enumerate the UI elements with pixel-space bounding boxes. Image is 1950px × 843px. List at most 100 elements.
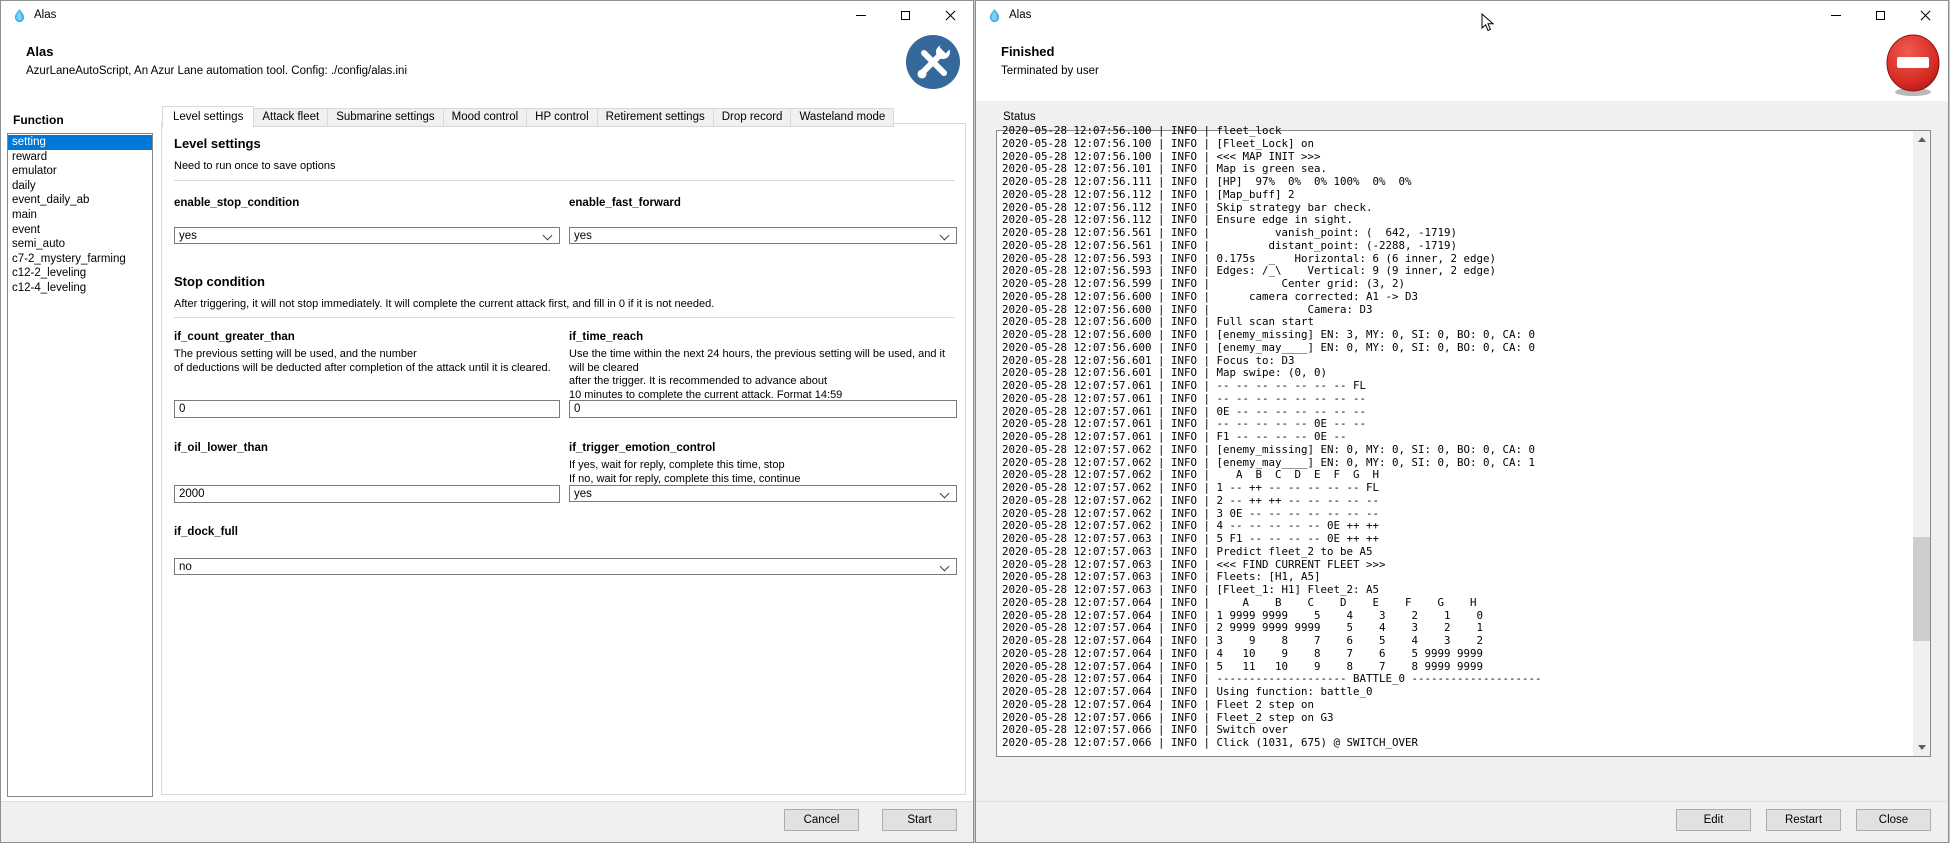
tab-submarine-settings[interactable]: Submarine settings bbox=[328, 108, 443, 127]
select-if-dock-full[interactable]: no bbox=[174, 558, 957, 575]
cancel-button[interactable]: Cancel bbox=[784, 809, 859, 831]
sidebar-item-event[interactable]: event bbox=[8, 223, 152, 238]
select-value: no bbox=[179, 561, 192, 573]
close-icon bbox=[1920, 10, 1931, 21]
log-line: 2020-05-28 12:07:56.111 | INFO | [HP] 97… bbox=[1002, 176, 1911, 189]
tab-mood-control[interactable]: Mood control bbox=[444, 108, 527, 127]
log-line: 2020-05-28 12:07:56.599 | INFO | Center … bbox=[1002, 278, 1911, 291]
log-line: 2020-05-28 12:07:57.062 | INFO | 2 -- ++… bbox=[1002, 495, 1911, 508]
label-if-count-greater-than: if_count_greater_than bbox=[174, 331, 295, 343]
chevron-down-icon bbox=[543, 231, 553, 241]
edit-button[interactable]: Edit bbox=[1676, 809, 1751, 831]
arrow-up-icon bbox=[1918, 137, 1926, 142]
sidebar-item-semi_auto[interactable]: semi_auto bbox=[8, 237, 152, 252]
close-button[interactable] bbox=[928, 1, 973, 30]
log-line: 2020-05-28 12:07:56.100 | INFO | fleet_l… bbox=[1002, 125, 1911, 138]
log-line: 2020-05-28 12:07:57.063 | INFO | [Fleet_… bbox=[1002, 584, 1911, 597]
finished-title: Finished bbox=[1001, 44, 1054, 59]
log-line: 2020-05-28 12:07:56.561 | INFO | distant… bbox=[1002, 240, 1911, 253]
input-if-count-greater-than[interactable] bbox=[174, 400, 560, 418]
sidebar-item-c12-4_leveling[interactable]: c12-4_leveling bbox=[8, 281, 152, 296]
status-header: Finished Terminated by user bbox=[976, 30, 1948, 101]
scrollbar-thumb[interactable] bbox=[1913, 537, 1930, 641]
input-if-oil-lower-than[interactable] bbox=[174, 485, 560, 503]
minimize-button[interactable] bbox=[1813, 1, 1858, 30]
close-button[interactable] bbox=[1903, 1, 1948, 30]
titlebar: Alas bbox=[976, 1, 1948, 30]
scroll-up-button[interactable] bbox=[1913, 131, 1930, 148]
sidebar-item-setting[interactable]: setting bbox=[8, 135, 152, 150]
log-line: 2020-05-28 12:07:57.062 | INFO | 1 -- ++… bbox=[1002, 482, 1911, 495]
select-if-trigger-emotion-control[interactable]: yes bbox=[569, 485, 957, 502]
section-title-level-settings: Level settings bbox=[174, 136, 261, 151]
maximize-button[interactable] bbox=[1858, 1, 1903, 30]
divider bbox=[174, 317, 955, 318]
divider bbox=[174, 180, 955, 181]
label-if-trigger-emotion-control: if_trigger_emotion_control bbox=[569, 442, 715, 454]
log-line: 2020-05-28 12:07:57.066 | INFO | Click (… bbox=[1002, 737, 1911, 750]
scroll-down-button[interactable] bbox=[1913, 739, 1930, 756]
tab-retirement-settings[interactable]: Retirement settings bbox=[598, 108, 714, 127]
log-line: 2020-05-28 12:07:56.561 | INFO | vanish_… bbox=[1002, 227, 1911, 240]
log-line: 2020-05-28 12:07:56.600 | INFO | [enemy_… bbox=[1002, 342, 1911, 355]
log-line: 2020-05-28 12:07:57.064 | INFO | 4 10 9 … bbox=[1002, 648, 1911, 661]
minimize-icon bbox=[856, 15, 866, 16]
sidebar-item-main[interactable]: main bbox=[8, 208, 152, 223]
app-icon bbox=[987, 8, 1002, 23]
label-if-dock-full: if_dock_full bbox=[174, 526, 238, 538]
function-list: settingrewardemulatordailyevent_daily_ab… bbox=[7, 133, 153, 797]
select-enable-stop-condition[interactable]: yes bbox=[174, 227, 560, 244]
section-title-stop-condition: Stop condition bbox=[174, 274, 265, 289]
status-label: Status bbox=[1003, 111, 1036, 123]
log-scrollbar[interactable] bbox=[1913, 131, 1930, 756]
arrow-down-icon bbox=[1918, 745, 1926, 750]
close-icon bbox=[945, 10, 956, 21]
maximize-icon bbox=[1876, 11, 1885, 20]
tab-attack-fleet[interactable]: Attack fleet bbox=[254, 108, 328, 127]
log-line: 2020-05-28 12:07:57.064 | INFO | A B C D… bbox=[1002, 597, 1911, 610]
tab-hp-control[interactable]: HP control bbox=[527, 108, 597, 127]
stop-icon bbox=[1884, 34, 1942, 98]
window-title: Alas bbox=[1009, 9, 1031, 21]
config-title: Alas bbox=[26, 44, 53, 59]
log-line: 2020-05-28 12:07:57.064 | INFO | Using f… bbox=[1002, 686, 1911, 699]
log-line: 2020-05-28 12:07:56.600 | INFO | [enemy_… bbox=[1002, 329, 1911, 342]
minimize-button[interactable] bbox=[838, 1, 883, 30]
log-line: 2020-05-28 12:07:57.061 | INFO | -- -- -… bbox=[1002, 393, 1911, 406]
input-if-time-reach[interactable] bbox=[569, 400, 957, 418]
maximize-icon bbox=[901, 11, 910, 20]
log-line: 2020-05-28 12:07:57.064 | INFO | 3 9 8 7… bbox=[1002, 635, 1911, 648]
function-label: Function bbox=[13, 113, 64, 127]
config-subtitle: AzurLaneAutoScript, An Azur Lane automat… bbox=[26, 65, 407, 77]
label-enable-stop-condition: enable_stop_condition bbox=[174, 197, 299, 209]
section-desc-level-settings: Need to run once to save options bbox=[174, 160, 335, 174]
sidebar-item-c12-2_leveling[interactable]: c12-2_leveling bbox=[8, 266, 152, 281]
alas-status-window: Alas Finished Terminated by user bbox=[975, 0, 1949, 843]
log-line: 2020-05-28 12:07:57.061 | INFO | F1 -- -… bbox=[1002, 431, 1911, 444]
restart-button[interactable]: Restart bbox=[1766, 809, 1841, 831]
alas-config-window: Alas Alas AzurLaneAutoScript, An Azur La… bbox=[0, 0, 974, 843]
chevron-down-icon bbox=[940, 231, 950, 241]
maximize-button[interactable] bbox=[883, 1, 928, 30]
sidebar-item-event_daily_ab[interactable]: event_daily_ab bbox=[8, 193, 152, 208]
log-line: 2020-05-28 12:07:57.064 | INFO | Fleet 2… bbox=[1002, 699, 1911, 712]
start-button[interactable]: Start bbox=[882, 809, 957, 831]
log-box: 2020-05-28 12:07:56.100 | INFO | fleet_l… bbox=[996, 130, 1931, 757]
desktop: Alas Alas AzurLaneAutoScript, An Azur La… bbox=[0, 0, 1950, 843]
section-desc-stop-condition: After triggering, it will not stop immed… bbox=[174, 298, 954, 312]
sidebar-item-c7-2_mystery_farming[interactable]: c7-2_mystery_farming bbox=[8, 252, 152, 267]
tab-drop-record[interactable]: Drop record bbox=[714, 108, 792, 127]
chevron-down-icon bbox=[940, 489, 950, 499]
config-footer: Cancel Start bbox=[1, 801, 973, 842]
log-line: 2020-05-28 12:07:57.061 | INFO | -- -- -… bbox=[1002, 380, 1911, 393]
tab-wasteland-mode[interactable]: Wasteland mode bbox=[791, 108, 894, 127]
sidebar-item-emulator[interactable]: emulator bbox=[8, 164, 152, 179]
sidebar-item-daily[interactable]: daily bbox=[8, 179, 152, 194]
window-title: Alas bbox=[34, 9, 56, 21]
terminated-subtitle: Terminated by user bbox=[1001, 65, 1099, 77]
tab-level-settings[interactable]: Level settings bbox=[162, 106, 254, 128]
select-enable-fast-forward[interactable]: yes bbox=[569, 227, 957, 244]
log-line: 2020-05-28 12:07:56.112 | INFO | [Map_bu… bbox=[1002, 189, 1911, 202]
sidebar-item-reward[interactable]: reward bbox=[8, 150, 152, 165]
close-action-button[interactable]: Close bbox=[1856, 809, 1931, 831]
